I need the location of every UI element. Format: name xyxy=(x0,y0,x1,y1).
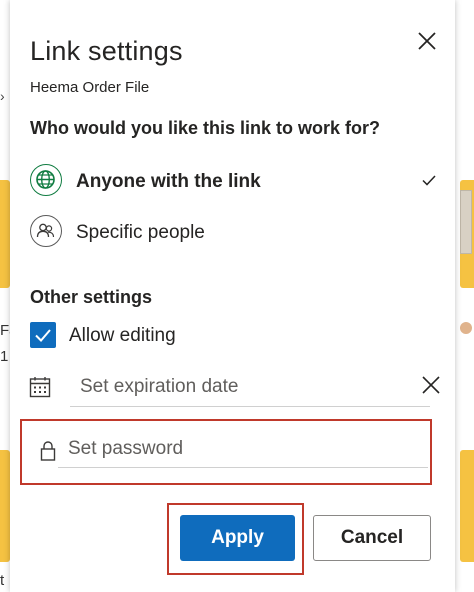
option-label: Anyone with the link xyxy=(76,171,261,192)
option-specific-people[interactable]: Specific people xyxy=(20,210,445,254)
expiration-row xyxy=(20,368,445,408)
other-settings-heading: Other settings xyxy=(30,287,153,307)
link-settings-dialog: Link settings Heema Order File Who would… xyxy=(10,0,455,592)
background-folder xyxy=(0,180,10,288)
dialog-title: Link settings xyxy=(30,36,183,66)
checkmark-icon xyxy=(35,329,51,342)
background-folder xyxy=(460,450,474,562)
allow-editing-checkbox[interactable] xyxy=(30,322,56,348)
clear-expiration-icon[interactable] xyxy=(420,374,442,396)
close-button[interactable] xyxy=(414,28,440,54)
audience-question: Who would you like this link to work for… xyxy=(30,118,380,138)
apply-button[interactable]: Apply xyxy=(180,515,295,561)
file-name: Heema Order File xyxy=(30,79,150,96)
password-input[interactable] xyxy=(58,430,428,468)
close-icon xyxy=(418,32,436,50)
people-icon xyxy=(30,215,62,247)
option-label: Specific people xyxy=(76,222,205,243)
cancel-button[interactable]: Cancel xyxy=(313,515,431,561)
background-text: t xyxy=(0,572,5,589)
background-avatar xyxy=(460,322,472,334)
calendar-icon xyxy=(29,377,51,398)
allow-editing-row: Allow editing xyxy=(30,320,330,350)
allow-editing-label: Allow editing xyxy=(69,325,176,346)
option-anyone-with-link[interactable]: Anyone with the link xyxy=(20,159,445,203)
globe-icon xyxy=(30,164,62,196)
expiration-date-input[interactable] xyxy=(70,368,430,407)
background-chevron-icon: › xyxy=(0,88,5,104)
background-folder xyxy=(0,450,10,562)
background-text: 1 xyxy=(0,348,9,365)
lock-icon xyxy=(40,441,56,461)
checkmark-icon xyxy=(422,175,436,186)
background-thumbnail xyxy=(460,190,472,254)
